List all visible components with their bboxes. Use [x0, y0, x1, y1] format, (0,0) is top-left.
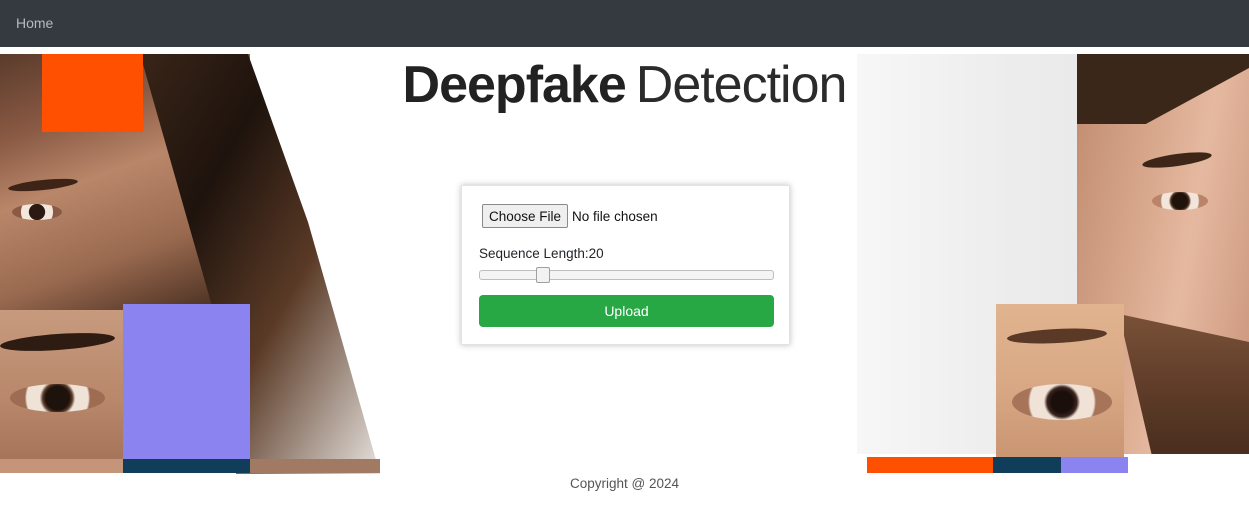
nav-home-link[interactable]: Home [16, 15, 53, 31]
navy-accent-bar [993, 457, 1061, 473]
file-input[interactable]: Choose File No file chosen [482, 204, 658, 228]
orange-accent-bar [867, 457, 993, 473]
skin-strip [0, 459, 123, 473]
file-status-text: No file chosen [572, 208, 658, 224]
sequence-length-label: Sequence Length:20 [479, 246, 604, 261]
eye-closeup-image [1012, 384, 1112, 420]
sequence-length-slider[interactable] [479, 267, 774, 283]
upload-card: Choose File No file chosen Sequence Leng… [461, 185, 790, 345]
eye-closeup-image [10, 384, 105, 412]
eye-closeup-panel [996, 304, 1124, 459]
page-title: Deepfake Detection [0, 55, 1249, 115]
tan-accent-bar [250, 459, 380, 473]
hero-section: Deepfake Detection Choose File No file ch… [0, 47, 1249, 477]
footer-copyright: Copyright @ 2024 [569, 476, 679, 491]
slider-thumb[interactable] [535, 267, 550, 283]
title-light-word: Detection [635, 56, 848, 114]
purple-accent-bar [1061, 457, 1128, 473]
purple-accent-block [123, 304, 250, 459]
right-face-collage [857, 54, 1249, 474]
navy-accent-bar [123, 459, 250, 473]
top-navbar: Home [0, 0, 1249, 47]
left-face-collage [0, 54, 380, 474]
eye-image [1152, 192, 1208, 210]
eye-image [12, 204, 62, 220]
choose-file-button[interactable]: Choose File [482, 204, 569, 228]
upload-button[interactable]: Upload [479, 295, 774, 327]
title-bold-word: Deepfake [402, 56, 627, 114]
